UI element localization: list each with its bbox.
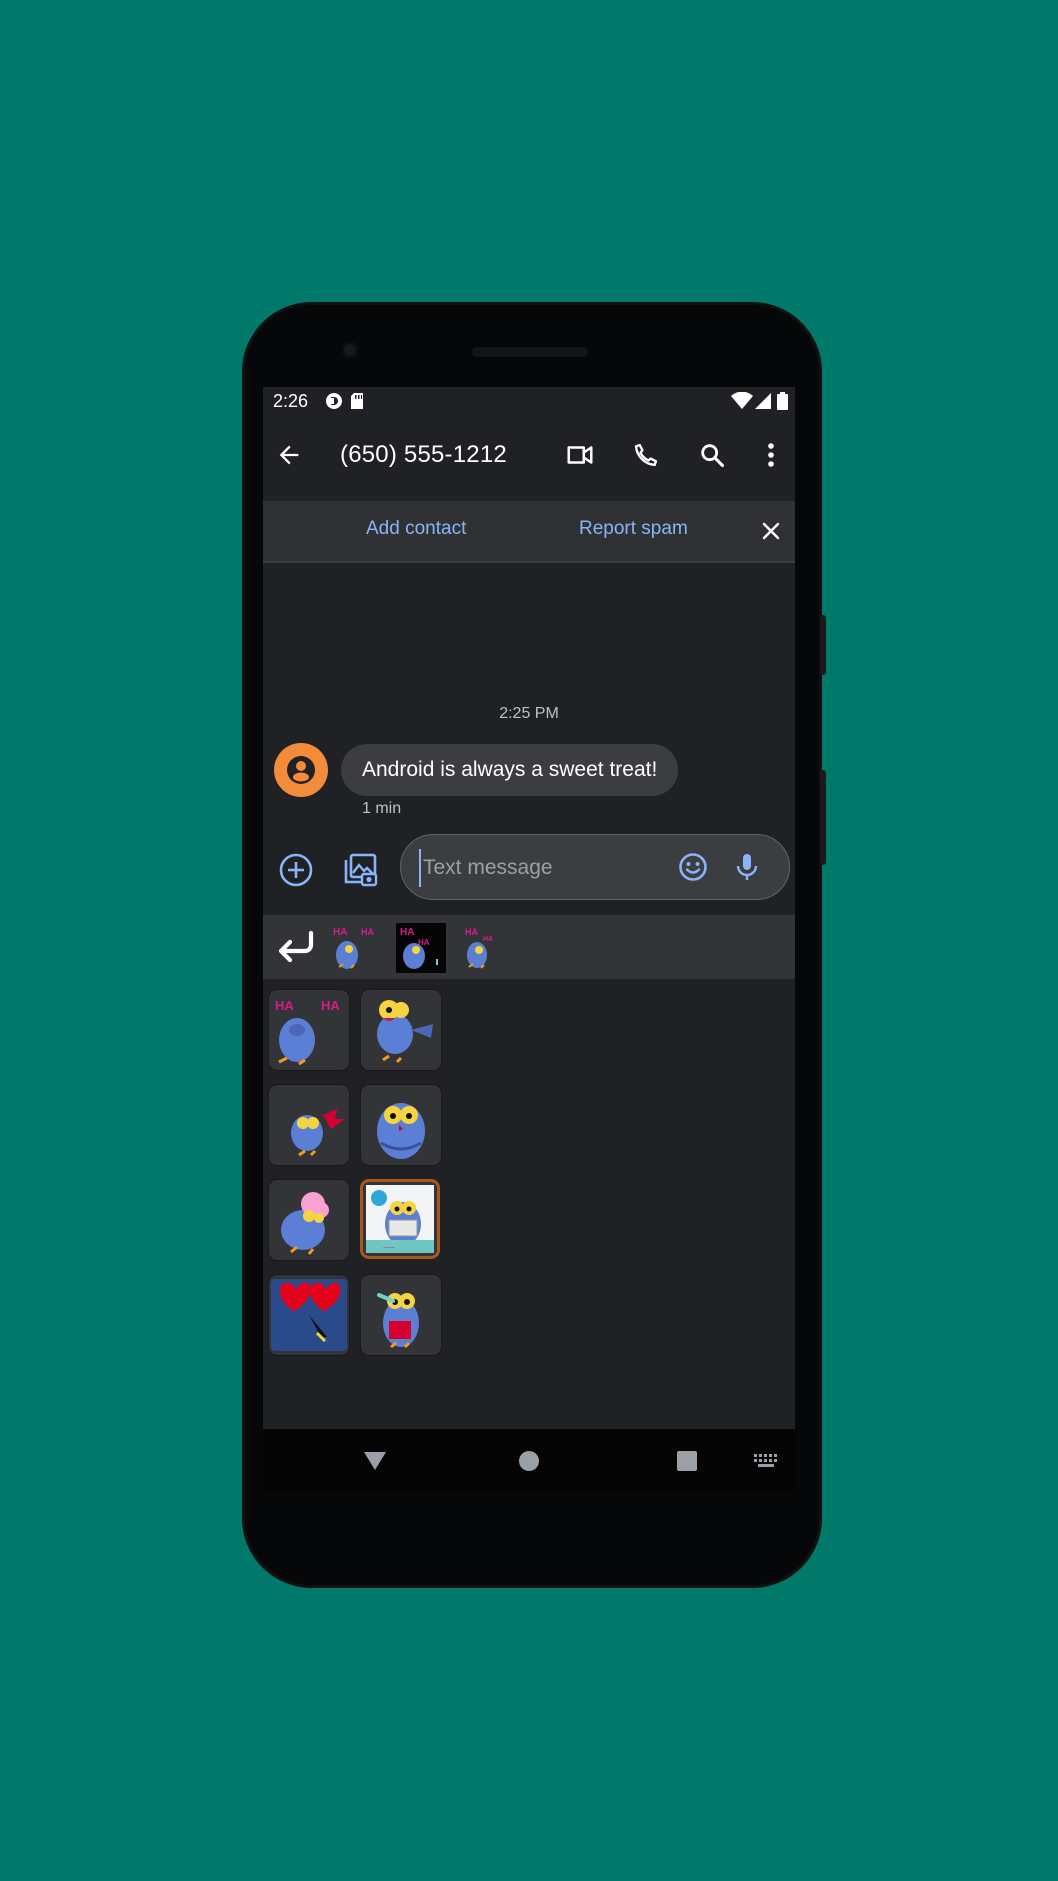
sticker-pack-tab[interactable]: HA HA (459, 923, 509, 973)
svg-text:HA: HA (275, 998, 294, 1013)
add-attachment-icon[interactable] (277, 851, 315, 889)
sticker-tray: HA HA HA HA HA HA (263, 915, 795, 979)
keyboard-icon[interactable] (752, 1447, 780, 1475)
svg-text:HA: HA (321, 998, 340, 1013)
avatar[interactable] (274, 743, 328, 797)
sticker-pack-tab[interactable]: HA HA (396, 923, 446, 973)
report-spam-link[interactable]: Report spam (579, 518, 688, 540)
unknown-sender-banner: Add contact Report spam (263, 501, 795, 563)
back-arrow-icon[interactable] (271, 437, 307, 473)
message-timestamp: 2:25 PM (499, 705, 559, 722)
microphone-icon[interactable] (729, 849, 765, 885)
more-vert-icon[interactable] (753, 437, 789, 473)
status-time: 2:26 (273, 391, 309, 411)
message-bubble[interactable]: Android is always a sweet treat! (341, 744, 679, 796)
sticker[interactable] (268, 1084, 350, 1166)
sticker[interactable] (360, 989, 442, 1071)
message-relative-time: 1 min (362, 800, 402, 817)
power-button (820, 615, 826, 675)
svg-text:~~~: ~~~ (383, 1245, 395, 1252)
add-contact-link[interactable]: Add contact (366, 518, 466, 540)
gallery-icon[interactable] (341, 851, 379, 889)
front-camera (341, 341, 359, 359)
signal-icon (754, 392, 772, 415)
conversation-app-bar: (650) 555-1212 (263, 415, 795, 495)
video-call-icon[interactable] (562, 437, 598, 473)
phone-screen: 2:26 (650) 555-1212 Add contact Report s… (263, 387, 795, 1491)
emoji-icon[interactable] (675, 849, 711, 885)
earpiece-speaker (472, 347, 588, 357)
text-message-field[interactable] (400, 834, 790, 900)
sd-card-icon (350, 392, 364, 415)
sticker[interactable] (360, 1084, 442, 1166)
home-circle-icon[interactable] (515, 1447, 543, 1475)
svg-text:HA: HA (333, 927, 347, 938)
volume-button (820, 770, 826, 865)
search-icon[interactable] (694, 437, 730, 473)
recents-square-icon[interactable] (673, 1447, 701, 1475)
system-navigation-bar (263, 1429, 795, 1491)
back-triangle-icon[interactable] (361, 1447, 389, 1475)
svg-text:HA: HA (465, 927, 478, 937)
conversation-title: (650) 555-1212 (340, 441, 507, 468)
close-icon[interactable] (757, 517, 785, 545)
sticker[interactable]: HA HA (268, 989, 350, 1071)
message-composer (263, 833, 795, 905)
keyboard-return-icon[interactable] (273, 925, 317, 969)
wifi-icon (731, 391, 753, 415)
svg-text:HA: HA (483, 936, 493, 943)
sticker[interactable] (268, 1179, 350, 1261)
sticker[interactable] (268, 1274, 350, 1356)
sticker[interactable]: ~~~ (360, 1179, 440, 1259)
svg-text:HA: HA (361, 927, 374, 937)
phone-icon[interactable] (628, 437, 664, 473)
cast-icon (325, 392, 343, 415)
svg-text:HA: HA (400, 927, 414, 938)
status-bar: 2:26 (263, 387, 795, 415)
sticker-pack-tab[interactable]: HA HA (327, 923, 377, 973)
sticker[interactable] (360, 1274, 442, 1356)
person-icon (287, 756, 315, 784)
text-message-input[interactable] (419, 849, 675, 887)
battery-icon (777, 392, 788, 415)
